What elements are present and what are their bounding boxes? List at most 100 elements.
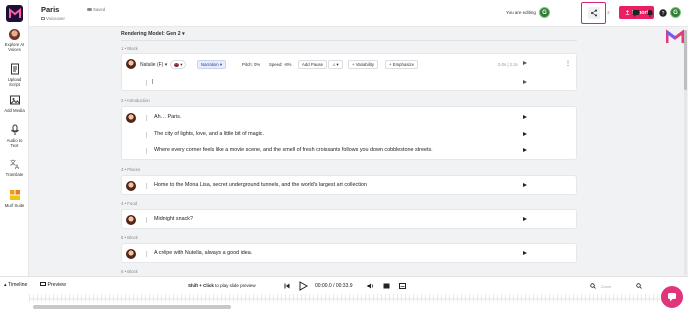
script-line[interactable]: Where every corner feels like a movie sc… — [122, 143, 578, 159]
block-card[interactable]: A crêpe with Nutella, always a good idea… — [121, 243, 577, 263]
timeline-scrollbar[interactable] — [33, 305, 231, 309]
export-icon — [625, 10, 630, 15]
zoom-slider[interactable]: Zoom — [601, 284, 611, 289]
brand-mark-icon — [666, 29, 684, 43]
block-card[interactable]: Home to the Mona Lisa, secret undergroun… — [121, 175, 577, 195]
script-line[interactable]: The city of lights, love, and a little b… — [122, 127, 578, 143]
block-label: 5 • Block — [121, 235, 138, 240]
block-label: 2 • Introduction — [121, 98, 150, 103]
zoom-search-icon[interactable] — [590, 283, 596, 289]
line-text[interactable]: The city of lights, love, and a little b… — [154, 131, 264, 137]
timeline-label: Timeline — [7, 282, 28, 288]
pronunciation-button[interactable]: ♫ ▾ — [328, 60, 343, 69]
script-line[interactable]: A crêpe with Nutella, always a good idea… — [122, 246, 578, 262]
voice-avatar — [126, 181, 136, 191]
nav-murf-suite[interactable]: Murf Suite — [0, 189, 29, 208]
pitch-control[interactable]: Pitch: 0% — [239, 60, 264, 69]
block-card[interactable]: Midnight snack? — [121, 209, 577, 229]
line-play-icon[interactable] — [523, 115, 527, 119]
line-play-icon[interactable] — [523, 251, 527, 255]
line-text[interactable]: Ah… Paris. — [154, 114, 181, 120]
nav-audio-to-text[interactable]: Audio to Text — [0, 124, 29, 148]
nav-label: Add Media — [4, 108, 25, 113]
collaborator-avatar[interactable]: G — [539, 7, 550, 18]
block-label: 4 • Food — [121, 201, 138, 206]
language-select[interactable]: ▾ — [170, 60, 187, 69]
variability-button[interactable]: + Variability — [348, 60, 379, 69]
nav-label: Murf Suite — [4, 203, 25, 208]
empty-line[interactable]: | — [122, 75, 578, 91]
share-button[interactable] — [587, 7, 600, 19]
breadcrumb[interactable]: Voiceover — [41, 16, 65, 21]
script-line[interactable]: Midnight snack? — [122, 212, 578, 228]
video-icon[interactable] — [383, 283, 390, 289]
play-icon[interactable] — [299, 281, 308, 291]
nav-explore-ai-voices[interactable]: Explore AI Voices — [0, 29, 29, 52]
undo-count[interactable]: 3 — [607, 10, 610, 15]
script-line[interactable]: Ah… Paris. — [122, 110, 578, 126]
line-play-icon[interactable] — [523, 183, 527, 187]
line-text[interactable]: Home to the Mona Lisa, secret undergroun… — [154, 182, 367, 188]
drag-handle-icon[interactable] — [145, 217, 148, 223]
chat-icon[interactable] — [632, 9, 640, 17]
variability-label: Variability — [355, 62, 375, 67]
nav-add-media[interactable]: Add Media — [0, 94, 29, 113]
drag-handle-icon[interactable] — [145, 183, 148, 189]
timeline-toggle[interactable]: ▴ Timeline — [4, 282, 27, 288]
script-line[interactable]: Home to the Mona Lisa, secret undergroun… — [122, 178, 578, 194]
line-play-icon[interactable] — [523, 217, 527, 221]
more-options-icon[interactable]: ⋮ — [562, 59, 574, 68]
voice-avatar — [126, 249, 136, 259]
zoom-in-icon[interactable] — [636, 283, 642, 289]
project-title[interactable]: Paris — [41, 5, 59, 14]
drag-handle-icon[interactable] — [145, 251, 148, 257]
nav-upload-script[interactable]: Upload Script — [0, 63, 29, 87]
block-card-active[interactable]: Natalie (F) ▾ ▾ Narration ▾ Pitch: 0% Sp… — [121, 53, 577, 91]
drag-handle-icon[interactable] — [145, 132, 148, 138]
nav-label: Translate — [5, 172, 24, 177]
block-card[interactable]: Ah… Paris. The city of lights, love, and… — [121, 106, 577, 160]
app-logo[interactable] — [6, 5, 23, 22]
line-text[interactable]: Where every corner feels like a movie sc… — [154, 147, 433, 153]
notification-bell-icon[interactable] — [646, 9, 654, 17]
voice-select[interactable]: Natalie (F) ▾ — [137, 60, 171, 69]
volume-icon[interactable] — [367, 283, 374, 289]
nav-translate[interactable]: 文A Translate — [0, 158, 29, 177]
saved-label: Saved — [93, 7, 106, 12]
block-label: 3 • Places — [121, 167, 141, 172]
rendering-model-select[interactable]: Rendering Model: Gen 2 ▾ — [121, 31, 185, 37]
drag-handle-icon[interactable] — [145, 148, 148, 154]
add-pause-button[interactable]: Add Pause — [298, 60, 328, 69]
left-nav: Explore AI Voices Upload Script Add Medi… — [0, 0, 29, 311]
rendering-model-label: Rendering Model: Gen 2 — [121, 31, 181, 37]
editing-status: You are editing — [506, 10, 536, 15]
line-text[interactable]: A crêpe with Nutella, always a good idea… — [154, 250, 252, 256]
voice-avatar — [126, 113, 136, 123]
preview-toggle[interactable]: Preview — [40, 282, 66, 288]
line-play-icon[interactable] — [523, 80, 527, 84]
nav-label: Voices — [8, 47, 21, 52]
drag-handle-icon[interactable] — [145, 115, 148, 121]
speed-control[interactable]: Speed: -8% — [266, 60, 295, 69]
folder-icon — [41, 17, 45, 20]
support-chat-button[interactable] — [661, 286, 683, 308]
drag-handle-icon[interactable] — [145, 80, 148, 86]
hint-key: Shift + Click — [188, 283, 214, 288]
line-play-icon[interactable] — [523, 148, 527, 152]
editor-canvas: Rendering Model: Gen 2 ▾ 1 • Block Natal… — [29, 27, 688, 276]
emphasize-button[interactable]: + Emphasize — [385, 60, 418, 69]
vertical-scrollbar[interactable] — [684, 30, 687, 275]
line-play-icon[interactable] — [523, 132, 527, 136]
style-label: Narration — [201, 62, 219, 67]
block-play-icon[interactable] — [523, 61, 527, 65]
skip-back-icon[interactable] — [284, 283, 290, 289]
help-icon[interactable]: ? — [659, 9, 667, 17]
preview-icon — [40, 282, 46, 286]
user-avatar[interactable]: G — [670, 7, 681, 18]
style-select[interactable]: Narration ▾ — [197, 60, 227, 69]
subtitles-icon[interactable] — [399, 283, 406, 289]
scroll-thumb[interactable] — [684, 30, 687, 90]
line-text[interactable]: Midnight snack? — [154, 216, 193, 222]
block-toolbar: Natalie (F) ▾ ▾ Narration ▾ Pitch: 0% Sp… — [122, 56, 578, 72]
text-cursor: | — [152, 79, 154, 85]
